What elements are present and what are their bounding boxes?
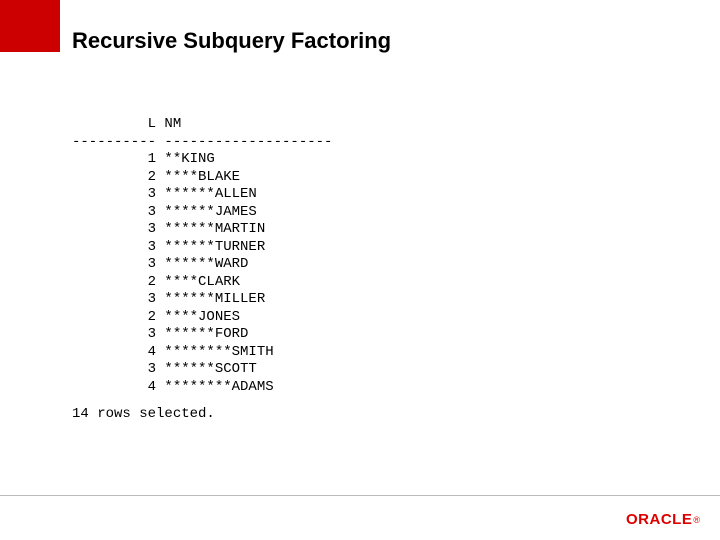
brand-block [0,0,60,52]
oracle-logo: ORACLE® [626,511,700,528]
slide: Recursive Subquery Factoring L NM ------… [0,0,720,540]
page-title: Recursive Subquery Factoring [72,28,391,54]
query-output: L NM ---------- -------------------- 1 *… [72,116,332,396]
footer-divider [0,495,720,496]
status-line: 14 rows selected. [72,406,215,422]
logo-registered: ® [693,515,700,525]
logo-text: ORACLE [626,511,692,528]
